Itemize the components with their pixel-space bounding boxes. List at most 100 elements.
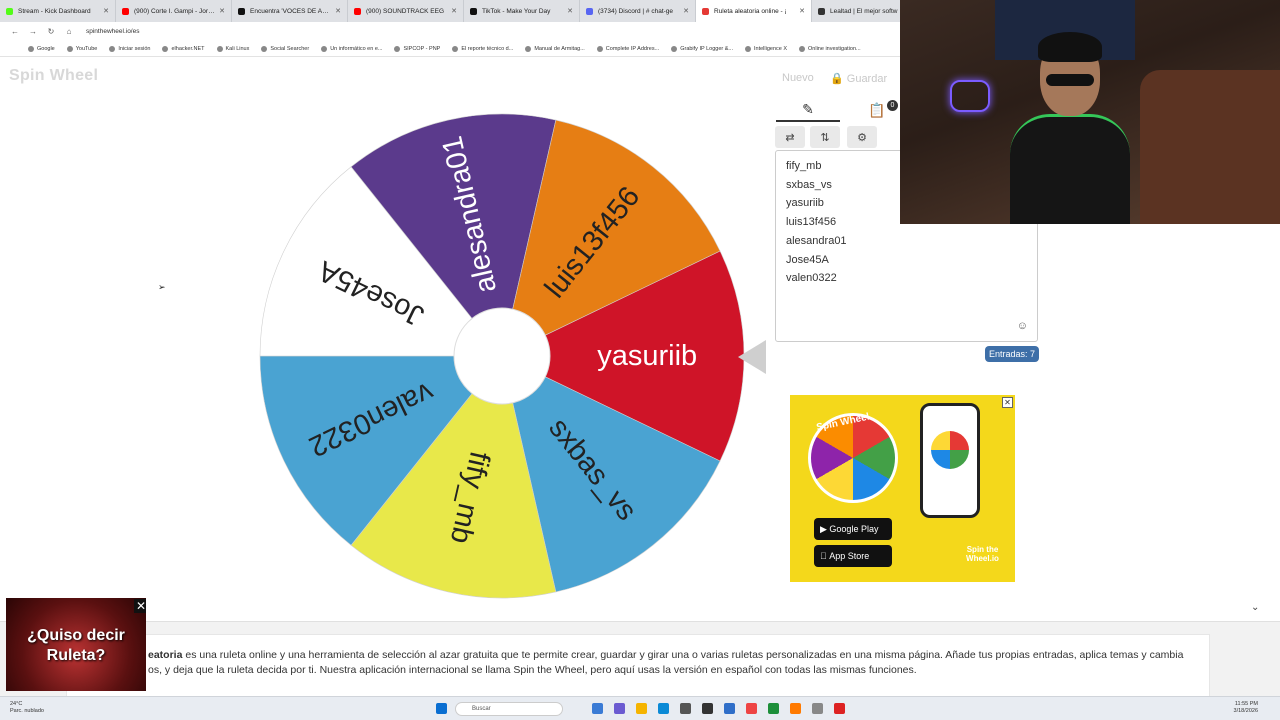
bookmark-item[interactable]: El reporte técnico d... (452, 45, 513, 52)
app-icon[interactable] (702, 703, 713, 714)
settings-button[interactable]: ⚙ (847, 126, 877, 148)
app-icon[interactable] (614, 703, 625, 714)
ad-close-icon[interactable]: ✕ (1002, 397, 1013, 408)
tab-close-icon[interactable]: ✕ (567, 7, 573, 15)
bookmark-label: YouTube (75, 45, 98, 52)
spin-wheel[interactable]: yasuriibsxbas_vsfify_mbvalen0322Jose45A a… (250, 105, 770, 605)
shuffle-button[interactable]: ⇄ (775, 126, 805, 148)
entry-line: valen0322 (786, 272, 837, 285)
bookmark-item[interactable]: YouTube (66, 45, 98, 52)
chrome-icon[interactable] (746, 703, 757, 714)
tab-title: Ruleta aleatoria online - ¡ (714, 7, 787, 15)
emoji-icon[interactable]: ☺ (1017, 320, 1028, 332)
site-logo[interactable]: Spin Wheel (9, 67, 98, 85)
tab-favicon-icon (818, 7, 825, 15)
bookmark-label: SIPCOP - PNP (403, 45, 441, 52)
back-icon[interactable]: ← (6, 27, 24, 36)
bookmark-item[interactable]: Iniciar sesión (109, 45, 150, 52)
tab-close-icon[interactable]: ✕ (103, 7, 109, 15)
tab-favicon-icon (702, 7, 709, 15)
ad-mini-wheel (931, 431, 969, 469)
clipboard-icon: 📋 (868, 101, 886, 118)
firefox-icon[interactable] (790, 703, 801, 714)
sort-button[interactable]: ⇅ (810, 126, 840, 148)
bookmark-favicon-icon (28, 45, 34, 52)
google-play-button[interactable]: ▶ Google Play (814, 518, 892, 540)
tab-close-icon[interactable]: ✕ (451, 7, 457, 15)
tab-edit-entries[interactable]: ✎ (776, 98, 840, 122)
bookmark-item[interactable]: Kali Linux (216, 45, 249, 52)
url-field[interactable]: spinthewheel.io/es (86, 28, 139, 35)
app-icon[interactable] (834, 703, 845, 714)
vscode-icon[interactable] (724, 703, 735, 714)
app-store-button[interactable]:  App Store (814, 545, 892, 567)
wheel-center-hub[interactable] (453, 307, 551, 405)
bookmark-favicon-icon (321, 45, 328, 52)
forward-icon[interactable]: → (24, 27, 42, 36)
streamer-hair (1038, 32, 1102, 62)
promo-close-icon[interactable]: ✕ (134, 599, 146, 613)
app-icon[interactable] (812, 703, 823, 714)
bookmark-favicon-icon (261, 45, 268, 52)
browser-tab[interactable]: Ruleta aleatoria online - ¡ ✕ (696, 0, 812, 22)
browser-tab[interactable]: TikTok - Make Your Day ✕ (464, 0, 580, 22)
app-icon[interactable] (592, 703, 603, 714)
tab-close-icon[interactable]: ✕ (219, 7, 225, 15)
google-play-label: Google Play (829, 524, 879, 534)
new-button[interactable]: Nuevo (782, 72, 814, 84)
windows-start-icon[interactable] (436, 703, 447, 714)
tab-close-icon[interactable]: ✕ (799, 7, 805, 15)
tab-close-icon[interactable]: ✕ (683, 7, 689, 15)
folder-icon[interactable] (636, 703, 647, 714)
promo-thumbnail[interactable]: ¿Quiso decir Ruleta? ✕ (6, 598, 146, 691)
bookmark-favicon-icon (799, 45, 806, 52)
tab-close-icon[interactable]: ✕ (335, 7, 341, 15)
bookmark-item[interactable]: SIPCOP - PNP (394, 45, 441, 52)
browser-tab[interactable]: (900) Corte I. Gampi - Jordyn ✕ (116, 0, 232, 22)
browser-tab[interactable]: (3734) Discord | # chat-ge ✕ (580, 0, 696, 22)
bookmark-item[interactable]: Google (28, 45, 55, 52)
reload-icon[interactable]: ↻ (42, 27, 60, 36)
bookmark-label: elhacker.NET (171, 45, 205, 52)
bookmark-item[interactable]: Intelligence X (745, 45, 787, 52)
edge-icon[interactable] (658, 703, 669, 714)
browser-tab[interactable]: Encuentra 'VOCES DE ANIMM ✕ (232, 0, 348, 22)
clock-time: 11:55 PM (1234, 701, 1258, 707)
weather-temp: 24°C (10, 701, 23, 707)
tab-title: (3734) Discord | # chat-ge (598, 7, 674, 15)
mouse-cursor-icon: ➢ (158, 282, 166, 292)
taskbar-clock[interactable]: 11:55 PM 3/18/2026 (1234, 701, 1258, 715)
app-ad-banner[interactable]: Spin Wheel ▶ Google Play  App Store Spi… (790, 395, 1015, 582)
browser-tab[interactable]: Stream - Kick Dashboard ✕ (0, 0, 116, 22)
tab-favicon-icon (122, 7, 129, 15)
bookmark-label: Grabify IP Logger &... (680, 45, 733, 52)
xbox-icon[interactable] (768, 703, 779, 714)
wheel-segment-label: yasuriib (597, 340, 697, 372)
bookmark-item[interactable]: Grabify IP Logger &... (671, 45, 733, 52)
taskbar-search[interactable]: Buscar (455, 702, 563, 716)
bookmark-label: Un informático en e... (330, 45, 383, 52)
bookmark-item[interactable]: Un informático en e... (321, 45, 383, 52)
chevron-down-icon[interactable]: ⌄ (1251, 602, 1259, 613)
store-icon[interactable] (680, 703, 691, 714)
bookmark-favicon-icon (66, 45, 73, 52)
description-text: eatoria es una ruleta online y una herra… (148, 648, 1188, 678)
home-icon[interactable]: ⌂ (60, 27, 78, 36)
streamer-body (1010, 114, 1130, 224)
results-count-badge: 0 (887, 100, 898, 111)
bookmark-item[interactable]: elhacker.NET (162, 45, 205, 52)
bookmark-favicon-icon (162, 45, 169, 52)
promo-text: ¿Quiso decir Ruleta? (6, 626, 146, 666)
weather-widget[interactable]: 24°C Parc. nublado (10, 701, 44, 715)
save-button[interactable]: 🔒 Guardar (830, 72, 887, 85)
description-line-2: os, y deja que la ruleta decida por ti. … (148, 664, 917, 676)
tab-title: (900) SOUNDTRACK EEG (366, 7, 445, 15)
clock-date: 3/18/2026 (1233, 708, 1258, 714)
bookmark-label: Social Searcher (270, 45, 310, 52)
bookmark-item[interactable]: Online investigation... (799, 45, 861, 52)
bookmark-item[interactable]: Manual de Armitag... (525, 45, 585, 52)
bookmark-item[interactable]: Complete IP Addres... (596, 45, 659, 52)
bookmark-item[interactable]: Social Searcher (261, 45, 310, 52)
tab-results[interactable]: 📋 0 (862, 98, 898, 122)
browser-tab[interactable]: (900) SOUNDTRACK EEG ✕ (348, 0, 464, 22)
